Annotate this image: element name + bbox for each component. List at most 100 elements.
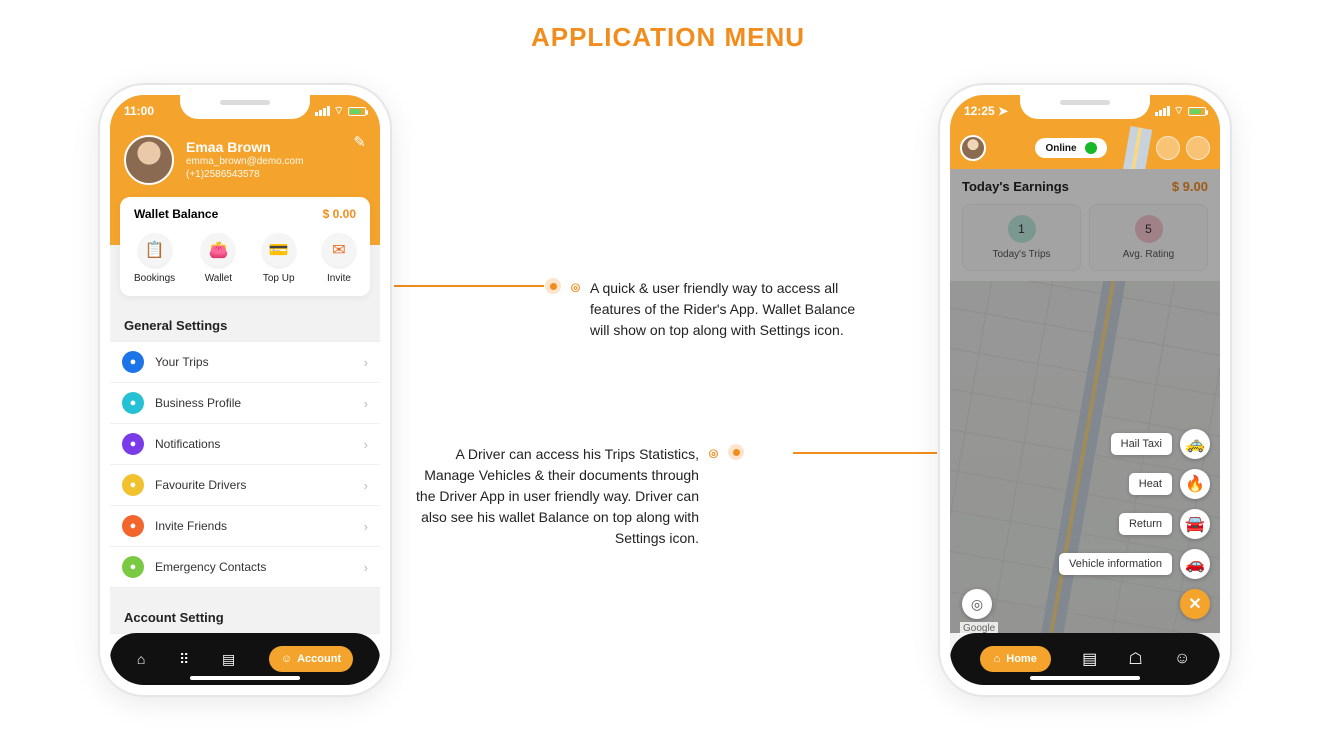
shortcut-bookings[interactable]: 📋Bookings [134, 233, 175, 284]
fire-icon: 🔥 [1180, 469, 1210, 499]
wifi-icon: ⌔ [334, 104, 344, 118]
car-icon: 🚘 [1180, 509, 1210, 539]
driver-phone: 12:25 ➤ ⌔ Online Today's Earnings $ 9.00… [940, 85, 1230, 695]
item-label: Notifications [155, 437, 220, 451]
float-label: Heat [1129, 473, 1172, 495]
shortcut-top-up[interactable]: 💳 Top Up [262, 233, 296, 284]
locate-me-button[interactable]: ◎ [962, 589, 992, 619]
bullet-icon [545, 278, 561, 294]
profile-email: emma_brown@demo.com [186, 155, 303, 168]
sos-button[interactable] [1156, 136, 1180, 160]
signal-icon [1155, 106, 1170, 116]
float-label: Vehicle information [1059, 553, 1172, 575]
settings-item-business-profile[interactable]: ● Business Profile › [110, 383, 380, 424]
close-float-button[interactable]: ✕ [1180, 589, 1210, 619]
float-action-return[interactable]: Return 🚘 [1119, 509, 1210, 539]
item-label: Your Trips [155, 355, 209, 369]
crosshair-icon: ◎ [971, 596, 983, 613]
nav-home-icon[interactable]: ⌂ [137, 651, 145, 667]
avatar[interactable] [124, 135, 174, 185]
wallet-card: Wallet Balance $ 0.00 📋Bookings 👛 Wallet 💳 T… [120, 197, 370, 296]
online-dot-icon [1085, 142, 1097, 154]
shortcut-label: Invite [327, 273, 351, 284]
item-icon: ● [122, 433, 144, 455]
float-action-vehicle-information[interactable]: Vehicle information 🚗 [1059, 549, 1210, 579]
avatar[interactable] [960, 135, 986, 161]
float-action-hail-taxi[interactable]: Hail Taxi 🚕 [1111, 429, 1210, 459]
account-setting-heading: Account Setting [110, 602, 380, 633]
settings-item-notifications[interactable]: ● Notifications › [110, 424, 380, 465]
item-label: Business Profile [155, 396, 241, 410]
card-icon: 💳 [262, 233, 296, 267]
check-icon: ⌾ [709, 444, 718, 467]
nav-wallet-icon[interactable]: ☖ [1128, 649, 1142, 669]
user-icon: ☺ [281, 653, 292, 665]
chevron-right-icon: › [364, 396, 368, 411]
settings-item-your-trips[interactable]: ● Your Trips › [110, 342, 380, 383]
item-label: Invite Friends [155, 519, 227, 533]
status-time: 11:00 [124, 104, 154, 118]
profile-name: Emaa Brown [186, 139, 303, 155]
shortcut-invite[interactable]: ✉ Invite [322, 233, 356, 284]
wallet-label: Wallet Balance [134, 207, 218, 221]
shortcut-label: Top Up [263, 273, 295, 284]
nav-list-icon[interactable]: ▤ [222, 651, 235, 668]
item-label: Favourite Drivers [155, 478, 246, 492]
online-label: Online [1045, 143, 1076, 154]
chevron-right-icon: › [364, 437, 368, 452]
phone-notch [180, 93, 310, 119]
chevron-right-icon: › [364, 355, 368, 370]
settings-item-invite-friends[interactable]: ● Invite Friends › [110, 506, 380, 547]
wallet-amount: $ 0.00 [323, 207, 356, 221]
shortcut-label: Wallet [205, 273, 232, 284]
nav-account-button[interactable]: ☺ Account [269, 646, 353, 672]
edit-profile-icon[interactable]: ✎ [353, 133, 366, 151]
signal-icon [315, 106, 330, 116]
connector-right [793, 452, 937, 454]
notifications-button[interactable] [1186, 136, 1210, 160]
rider-phone: 11:00 ⌔ ✎ Emaa Brown emma_brown@demo.com… [100, 85, 390, 695]
status-time: 12:25 [964, 104, 995, 118]
chevron-right-icon: › [364, 560, 368, 575]
settings-item-favourite-drivers[interactable]: ●Favourite Drivers› [110, 465, 380, 506]
nav-account-label: Account [297, 653, 341, 665]
driver-topbar: Online [950, 127, 1220, 169]
shortcut-wallet[interactable]: 👛 Wallet [201, 233, 235, 284]
nav-grid-icon[interactable]: ⠿ [179, 651, 188, 668]
item-label: Emergency Contacts [155, 560, 266, 574]
wallet-icon: 👛 [201, 233, 235, 267]
float-label: Return [1119, 513, 1172, 535]
chevron-right-icon: › [364, 478, 368, 493]
mail-icon: ✉ [322, 233, 356, 267]
nav-home-button[interactable]: ⌂ Home [980, 646, 1051, 672]
taxi-icon: 🚕 [1180, 429, 1210, 459]
item-icon: ● [122, 392, 144, 414]
home-indicator [1030, 676, 1140, 680]
car-list-icon: 🚗 [1180, 549, 1210, 579]
page-heading: APPLICATION MENU [0, 0, 1336, 53]
online-toggle[interactable]: Online [1035, 138, 1106, 158]
shortcut-label: Bookings [134, 273, 175, 284]
battery-icon [348, 107, 366, 116]
check-icon: ⌾ [571, 278, 580, 301]
item-icon: ● [122, 515, 144, 537]
wifi-icon: ⌔ [1174, 104, 1184, 118]
float-label: Hail Taxi [1111, 433, 1172, 455]
location-icon: ➤ [998, 104, 1008, 118]
home-indicator [190, 676, 300, 680]
item-icon: ● [122, 351, 144, 373]
settings-item-emergency-contacts[interactable]: ● Emergency Contacts › [110, 547, 380, 587]
battery-icon [1188, 107, 1206, 116]
general-settings-heading: General Settings [110, 310, 380, 341]
chevron-right-icon: › [364, 519, 368, 534]
float-action-heat[interactable]: Heat 🔥 [1129, 469, 1210, 499]
item-icon: ● [122, 556, 144, 578]
nav-home-label: Home [1006, 653, 1037, 665]
annotation-rider: ⌾ A quick & user friendly way to access … [545, 278, 875, 341]
annotation-driver-text: A Driver can access his Trips Statistics… [414, 444, 699, 549]
nav-profile-icon[interactable]: ☺ [1174, 650, 1190, 668]
connector-left [394, 285, 544, 287]
bullet-icon [728, 444, 744, 460]
nav-list-icon[interactable]: ▤ [1082, 649, 1097, 669]
phone-notch [1020, 93, 1150, 119]
